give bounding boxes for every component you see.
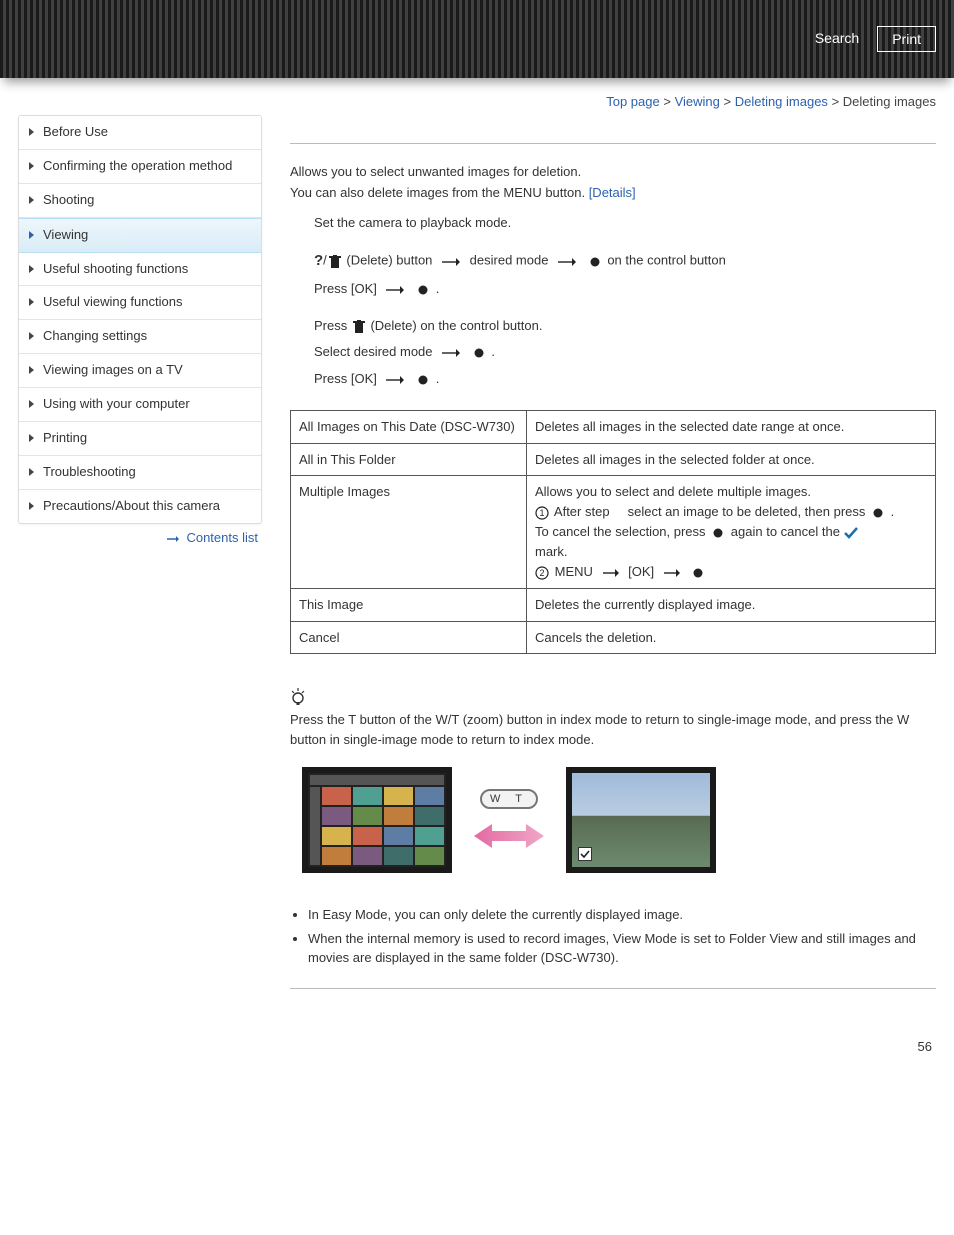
- print-button[interactable]: Print: [877, 26, 936, 52]
- table-row: Multiple Images Allows you to select and…: [291, 476, 936, 589]
- hint-icon: [290, 688, 306, 706]
- contents-list-link[interactable]: Contents list: [186, 530, 258, 545]
- sidebar-item-troubleshooting[interactable]: Troubleshooting: [19, 456, 261, 490]
- step-delete-sequence-2: Press (Delete) on the control button. Se…: [314, 313, 936, 393]
- single-view-icon: [566, 767, 716, 873]
- table-row: This ImageDeletes the currently displaye…: [291, 589, 936, 622]
- help-icon: ?: [314, 252, 323, 269]
- arrow-right-icon: [664, 563, 680, 583]
- breadcrumb: Top page > Viewing > Deleting images > D…: [0, 84, 954, 115]
- arrow-right-icon: [386, 366, 404, 392]
- double-arrow-icon: [474, 821, 544, 851]
- intro-line-2: You can also delete images from the MENU…: [290, 185, 936, 200]
- sidebar-item-viewing[interactable]: Viewing: [19, 218, 261, 253]
- sidebar-item-useful-shooting[interactable]: Useful shooting functions: [19, 253, 261, 287]
- breadcrumb-current: Deleting images: [843, 94, 936, 109]
- sidebar-item-using-computer[interactable]: Using with your computer: [19, 388, 261, 422]
- step-delete-sequence-1: ?/ (Delete) button desired mode on the c…: [314, 246, 936, 303]
- checkbox-icon: [578, 847, 592, 861]
- table-row: All Images on This Date (DSC-W730)Delete…: [291, 411, 936, 444]
- arrow-right-icon: [442, 340, 460, 366]
- number-2-icon: 2: [535, 563, 549, 583]
- sidebar-item-printing[interactable]: Printing: [19, 422, 261, 456]
- table-row: All in This FolderDeletes all images in …: [291, 443, 936, 476]
- wt-zoom-button-icon: W T: [480, 789, 538, 809]
- sidebar-item-changing-settings[interactable]: Changing settings: [19, 320, 261, 354]
- list-item: In Easy Mode, you can only delete the cu…: [308, 905, 936, 925]
- checkmark-icon: [844, 523, 858, 543]
- zoom-illustration: W T: [302, 759, 722, 881]
- dot-icon: [713, 523, 723, 543]
- trash-icon: [329, 248, 341, 274]
- header-stripe: Search Print: [0, 0, 954, 78]
- dot-icon: [418, 366, 428, 392]
- arrow-right-icon: [167, 535, 179, 541]
- arrow-right-icon: [442, 248, 460, 274]
- breadcrumb-top[interactable]: Top page: [606, 94, 660, 109]
- arrow-right-icon: [558, 248, 576, 274]
- sidebar-item-viewing-tv[interactable]: Viewing images on a TV: [19, 354, 261, 388]
- breadcrumb-viewing[interactable]: Viewing: [675, 94, 720, 109]
- list-item: When the internal memory is used to reco…: [308, 929, 936, 968]
- notes-list: In Easy Mode, you can only delete the cu…: [308, 905, 936, 968]
- breadcrumb-deleting[interactable]: Deleting images: [735, 94, 828, 109]
- dot-icon: [474, 340, 484, 366]
- dot-icon: [418, 277, 428, 303]
- sidebar-item-useful-viewing[interactable]: Useful viewing functions: [19, 286, 261, 320]
- step-playback: Set the camera to playback mode.: [314, 210, 936, 236]
- page-number: 56: [290, 1019, 936, 1054]
- index-view-icon: [302, 767, 452, 873]
- svg-text:1: 1: [539, 508, 544, 518]
- arrow-right-icon: [386, 277, 404, 303]
- dot-icon: [873, 503, 883, 523]
- search-button[interactable]: Search: [805, 26, 869, 52]
- arrow-right-icon: [603, 563, 619, 583]
- sidebar: Before Use Confirming the operation meth…: [18, 115, 262, 524]
- sidebar-item-confirming[interactable]: Confirming the operation method: [19, 150, 261, 184]
- sidebar-item-shooting[interactable]: Shooting: [19, 184, 261, 218]
- sidebar-item-before-use[interactable]: Before Use: [19, 116, 261, 150]
- options-table: All Images on This Date (DSC-W730)Delete…: [290, 410, 936, 654]
- dot-icon: [693, 563, 703, 583]
- svg-text:2: 2: [539, 568, 544, 578]
- dot-icon: [590, 248, 600, 274]
- main-content: Allows you to select unwanted images for…: [290, 115, 936, 1054]
- number-1-icon: 1: [535, 503, 549, 523]
- details-link[interactable]: [Details]: [589, 185, 636, 200]
- intro-line-1: Allows you to select unwanted images for…: [290, 164, 936, 179]
- hint-text: Press the T button of the W/T (zoom) but…: [290, 710, 936, 749]
- trash-icon: [353, 313, 365, 339]
- sidebar-item-precautions[interactable]: Precautions/About this camera: [19, 490, 261, 523]
- table-row: CancelCancels the deletion.: [291, 621, 936, 654]
